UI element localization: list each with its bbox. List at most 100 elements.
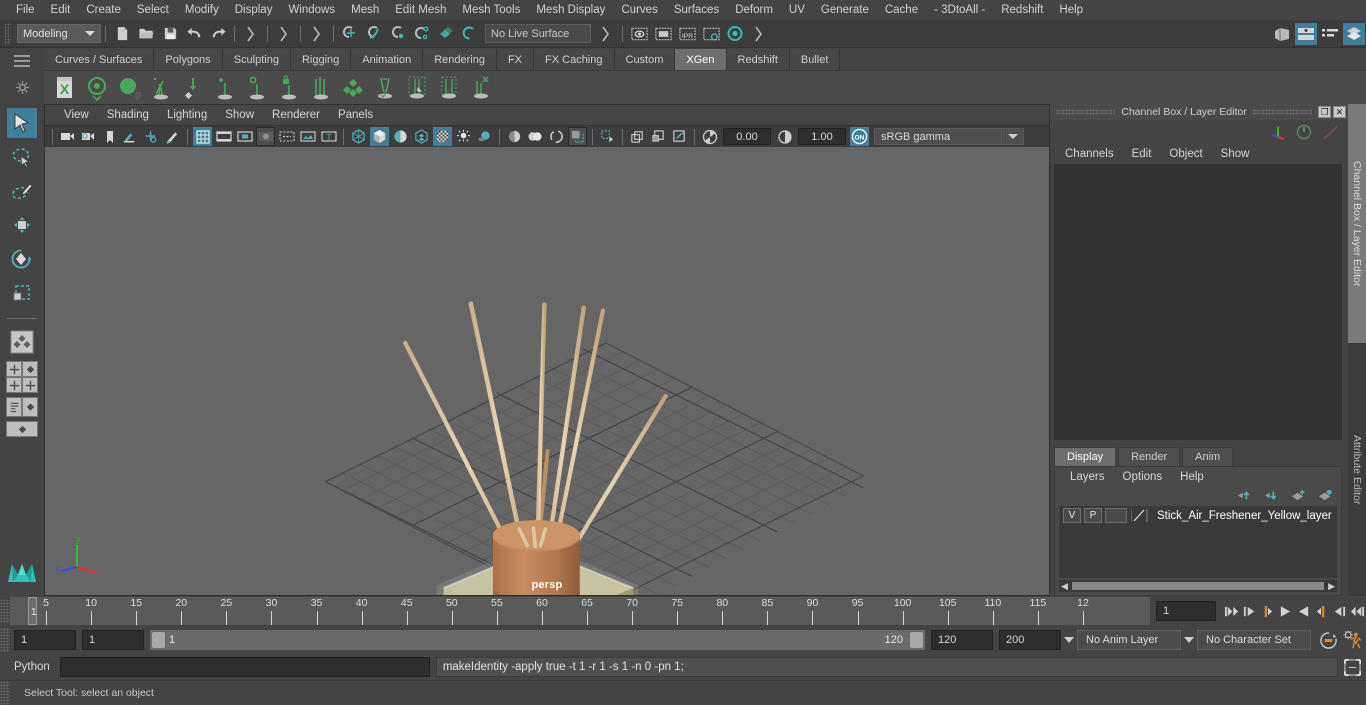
menu-edit-mesh[interactable]: Edit Mesh bbox=[387, 1, 454, 19]
anim-layer-dropdown-arrow[interactable] bbox=[1061, 630, 1077, 650]
layer-list-horizontal-scrollbar[interactable]: ◀ ▶ bbox=[1059, 580, 1337, 592]
menu-3dtoall[interactable]: - 3DtoAll - bbox=[926, 1, 993, 19]
menu-help[interactable]: Help bbox=[1051, 1, 1091, 19]
quick-layout-persp-single[interactable] bbox=[22, 361, 38, 377]
scroll-thumb[interactable] bbox=[1071, 582, 1325, 590]
channel-menu-channels[interactable]: Channels bbox=[1056, 146, 1123, 162]
menu-display[interactable]: Display bbox=[227, 1, 281, 19]
move-layer-up-icon[interactable] bbox=[1237, 489, 1252, 502]
snap-to-projected-center-icon[interactable] bbox=[411, 23, 433, 45]
tab-anim[interactable]: Anim bbox=[1182, 447, 1234, 466]
xgen-comb-icon[interactable] bbox=[306, 73, 336, 103]
xgen-noise-icon[interactable] bbox=[434, 73, 464, 103]
speed-gauge-icon[interactable] bbox=[1296, 124, 1312, 140]
snap-to-point-icon[interactable] bbox=[387, 23, 409, 45]
anim-layer-combo[interactable]: No Anim Layer bbox=[1077, 630, 1181, 650]
quick-layout-two-pane[interactable] bbox=[6, 361, 22, 377]
hypershade-icon[interactable] bbox=[724, 23, 746, 45]
image-plane-icon[interactable] bbox=[121, 127, 140, 146]
grid-toggle-icon[interactable] bbox=[193, 127, 212, 146]
select-camera-icon[interactable] bbox=[58, 127, 77, 146]
layer-menu-options[interactable]: Options bbox=[1114, 470, 1172, 484]
time-slider-grip[interactable] bbox=[0, 599, 10, 623]
step-forward-keyframe-icon[interactable] bbox=[1330, 601, 1348, 621]
2d-pan-zoom-icon[interactable] bbox=[142, 127, 161, 146]
shelf-tab-sculpting[interactable]: Sculpting bbox=[222, 49, 291, 70]
menu-windows[interactable]: Windows bbox=[280, 1, 343, 19]
range-handle-right[interactable] bbox=[910, 632, 923, 648]
auto-keyframe-icon[interactable] bbox=[1316, 630, 1340, 650]
menu-edit[interactable]: Edit bbox=[43, 1, 79, 19]
exposure-field[interactable]: 0.00 bbox=[723, 128, 771, 145]
menu-surfaces[interactable]: Surfaces bbox=[666, 1, 727, 19]
panel-drag-handle-right[interactable] bbox=[1252, 109, 1312, 115]
curve-editor-icon[interactable] bbox=[1322, 124, 1340, 140]
menu-mesh-tools[interactable]: Mesh Tools bbox=[454, 1, 528, 19]
manipulator-axis-icon[interactable] bbox=[1270, 124, 1286, 140]
viewport-snapshot-icon[interactable] bbox=[670, 127, 689, 146]
scale-tool[interactable] bbox=[7, 278, 37, 308]
gamma-field[interactable]: 1.00 bbox=[798, 128, 846, 145]
move-tool[interactable] bbox=[7, 210, 37, 240]
xgen-mask-icon[interactable] bbox=[338, 73, 368, 103]
viewport-menu-shading[interactable]: Shading bbox=[98, 107, 158, 123]
select-by-render-divider[interactable] bbox=[748, 23, 770, 45]
menu-uv[interactable]: UV bbox=[781, 1, 813, 19]
viewport-menu-renderer[interactable]: Renderer bbox=[263, 107, 329, 123]
xgen-editor-icon[interactable]: X bbox=[50, 73, 80, 103]
color-management-icon[interactable]: ON bbox=[850, 127, 869, 146]
tab-display[interactable]: Display bbox=[1054, 447, 1117, 466]
show-hide-tool-settings-icon[interactable] bbox=[1319, 23, 1341, 45]
shelf-tab-custom[interactable]: Custom bbox=[614, 49, 676, 70]
resolution-gate-icon[interactable] bbox=[235, 127, 254, 146]
shelf-tab-animation[interactable]: Animation bbox=[351, 49, 424, 70]
range-slider-bar[interactable]: 1 120 bbox=[150, 630, 925, 650]
new-scene-icon[interactable] bbox=[111, 23, 133, 45]
shelf-tab-bullet[interactable]: Bullet bbox=[789, 49, 841, 70]
xgen-clump-icon[interactable] bbox=[402, 73, 432, 103]
select-by-component-icon[interactable] bbox=[306, 23, 328, 45]
time-slider-ruler[interactable]: 1 5 10 15 20 25 30 35 40 45 50 55 60 65 70 75 80 85 90 95 1… bbox=[10, 597, 1150, 625]
shelf-tab-xgen[interactable]: XGen bbox=[675, 49, 727, 70]
viewport-menu-lighting[interactable]: Lighting bbox=[158, 107, 216, 123]
quick-layout-four-pane[interactable] bbox=[6, 377, 22, 393]
shelf-tab-polygons[interactable]: Polygons bbox=[154, 49, 223, 70]
shelf-tab-fx-caching[interactable]: FX Caching bbox=[534, 49, 615, 70]
viewport-menu-show[interactable]: Show bbox=[216, 107, 263, 123]
quick-layout-three-pane[interactable] bbox=[22, 377, 38, 393]
menu-cache[interactable]: Cache bbox=[877, 1, 926, 19]
command-input[interactable] bbox=[59, 657, 430, 677]
shelf-options-gear-icon[interactable] bbox=[15, 81, 29, 94]
shelf-tab-redshift[interactable]: Redshift bbox=[726, 49, 790, 70]
menu-mesh[interactable]: Mesh bbox=[343, 1, 387, 19]
show-hide-editors-icon[interactable] bbox=[1271, 23, 1293, 45]
layer-row[interactable]: V P Stick_Air_Freshener_Yellow_layer bbox=[1059, 506, 1337, 525]
channel-box-content[interactable] bbox=[1054, 164, 1342, 440]
shelf-tab-curves-surfaces[interactable]: Curves / Surfaces bbox=[44, 49, 155, 70]
scroll-left-arrow-icon[interactable]: ◀ bbox=[1059, 581, 1070, 592]
show-hide-attribute-editor-icon[interactable] bbox=[1295, 22, 1317, 45]
select-by-render-icon[interactable] bbox=[595, 23, 617, 45]
panel-drag-handle-left[interactable] bbox=[1056, 109, 1116, 115]
shadows-icon[interactable] bbox=[454, 127, 473, 146]
viewport-menu-view[interactable]: View bbox=[55, 107, 98, 123]
menu-generate[interactable]: Generate bbox=[813, 1, 877, 19]
menuset-selector[interactable]: Modeling bbox=[17, 24, 101, 43]
character-set-combo[interactable]: No Character Set bbox=[1197, 630, 1311, 650]
live-surface-field[interactable]: No Live Surface bbox=[485, 24, 591, 43]
open-scene-icon[interactable] bbox=[135, 23, 157, 45]
xgen-add-density-icon[interactable] bbox=[146, 73, 176, 103]
exposure-icon[interactable] bbox=[700, 127, 719, 146]
make-live-icon[interactable] bbox=[459, 23, 481, 45]
restore-icon[interactable]: ❐ bbox=[1318, 106, 1331, 118]
xgen-lock-guide-icon[interactable] bbox=[274, 73, 304, 103]
dock-tab-channel-box[interactable]: Channel Box / Layer Editor bbox=[1348, 104, 1366, 344]
animation-preferences-icon[interactable] bbox=[1340, 630, 1366, 650]
layer-playback-toggle[interactable]: P bbox=[1084, 508, 1102, 523]
lasso-select-tool[interactable] bbox=[7, 142, 37, 172]
menu-mesh-display[interactable]: Mesh Display bbox=[528, 1, 613, 19]
shaded-wireframe-icon[interactable] bbox=[391, 127, 410, 146]
persp-viewport[interactable]: y x z persp bbox=[45, 147, 1049, 595]
script-editor-icon[interactable] bbox=[1342, 657, 1362, 677]
xgen-sphere-icon[interactable]: 0 bbox=[114, 73, 144, 103]
